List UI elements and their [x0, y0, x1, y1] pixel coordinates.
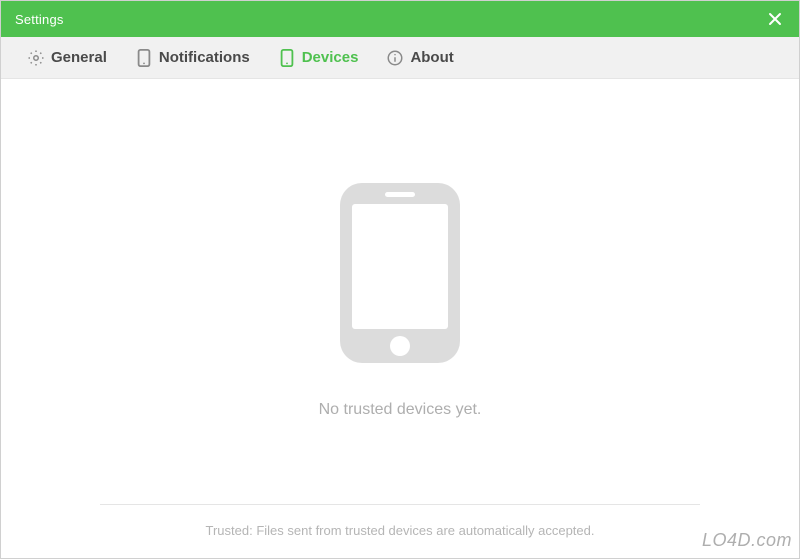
gear-icon — [27, 49, 45, 67]
divider — [100, 504, 700, 505]
tab-about[interactable]: About — [372, 37, 467, 79]
content-area: No trusted devices yet. Trusted: Files s… — [1, 79, 799, 558]
phone-small-icon — [135, 49, 153, 67]
tab-notifications-label: Notifications — [159, 49, 250, 66]
tab-general[interactable]: General — [13, 37, 121, 79]
phone-large-icon — [335, 178, 465, 373]
settings-window: Settings General Notifi — [0, 0, 800, 559]
phone-small-icon — [278, 49, 296, 67]
footer: Trusted: Files sent from trusted devices… — [1, 504, 799, 538]
tab-devices[interactable]: Devices — [264, 37, 373, 79]
tab-about-label: About — [410, 49, 453, 66]
empty-state-text: No trusted devices yet. — [319, 401, 482, 419]
tab-general-label: General — [51, 49, 107, 66]
tabbar: General Notifications Devices — [1, 37, 799, 79]
info-icon — [386, 49, 404, 67]
titlebar: Settings — [1, 1, 799, 37]
footer-help-text: Trusted: Files sent from trusted devices… — [206, 523, 595, 538]
tab-notifications[interactable]: Notifications — [121, 37, 264, 79]
tab-devices-label: Devices — [302, 49, 359, 66]
close-icon — [768, 12, 782, 26]
window-title: Settings — [15, 12, 64, 27]
close-button[interactable] — [765, 9, 785, 29]
